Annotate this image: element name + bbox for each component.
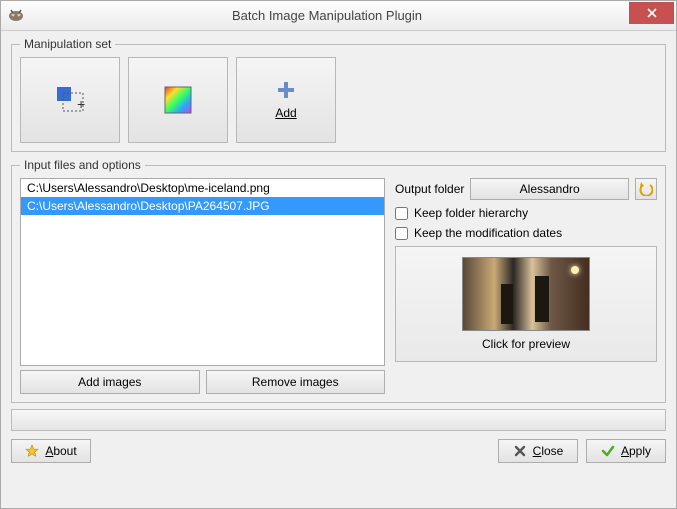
file-item[interactable]: C:\Users\Alessandro\Desktop\PA264507.JPG [21, 197, 384, 215]
manipulation-add-button[interactable]: Add [236, 57, 336, 143]
file-item[interactable]: C:\Users\Alessandro\Desktop\me-iceland.p… [21, 179, 384, 197]
keep-hierarchy-row[interactable]: Keep folder hierarchy [395, 206, 657, 220]
keep-dates-label: Keep the modification dates [414, 226, 562, 240]
manipulation-set-group: Manipulation set + [11, 37, 666, 152]
add-label: Add [275, 106, 296, 120]
color-picker-icon [163, 85, 193, 115]
preview-button[interactable]: Click for preview [395, 246, 657, 362]
star-icon [25, 444, 39, 458]
plus-icon [276, 80, 296, 100]
apply-button[interactable]: Apply [586, 439, 666, 463]
about-label-rest: bout [53, 444, 76, 458]
manipulation-legend: Manipulation set [20, 37, 115, 51]
about-button[interactable]: About [11, 439, 91, 463]
svg-text:+: + [77, 96, 85, 112]
apply-label-rest: pply [629, 444, 651, 458]
progress-bar [11, 409, 666, 431]
close-icon [513, 444, 527, 458]
input-files-group: Input files and options C:\Users\Alessan… [11, 158, 666, 403]
remove-images-button[interactable]: Remove images [206, 370, 386, 394]
title-bar: Batch Image Manipulation Plugin [1, 1, 676, 31]
keep-hierarchy-label: Keep folder hierarchy [414, 206, 528, 220]
app-icon [7, 7, 25, 25]
add-images-button[interactable]: Add images [20, 370, 200, 394]
file-list[interactable]: C:\Users\Alessandro\Desktop\me-iceland.p… [20, 178, 385, 366]
close-label-rest: lose [541, 444, 563, 458]
crop-icon: + [53, 83, 87, 117]
window-title: Batch Image Manipulation Plugin [25, 8, 629, 23]
preview-thumbnail [462, 257, 590, 331]
io-legend: Input files and options [20, 158, 145, 172]
keep-hierarchy-checkbox[interactable] [395, 207, 408, 220]
output-folder-label: Output folder [395, 182, 464, 196]
apply-label-first: A [621, 444, 629, 458]
manipulation-crop-button[interactable]: + [20, 57, 120, 143]
window-close-button[interactable] [629, 2, 674, 24]
preview-caption: Click for preview [482, 337, 570, 351]
check-icon [601, 444, 615, 458]
output-folder-button[interactable]: Alessandro [470, 178, 629, 200]
close-button[interactable]: Close [498, 439, 578, 463]
undo-icon [639, 182, 653, 196]
manipulation-color-button[interactable] [128, 57, 228, 143]
reset-output-button[interactable] [635, 178, 657, 200]
keep-dates-checkbox[interactable] [395, 227, 408, 240]
keep-dates-row[interactable]: Keep the modification dates [395, 226, 657, 240]
